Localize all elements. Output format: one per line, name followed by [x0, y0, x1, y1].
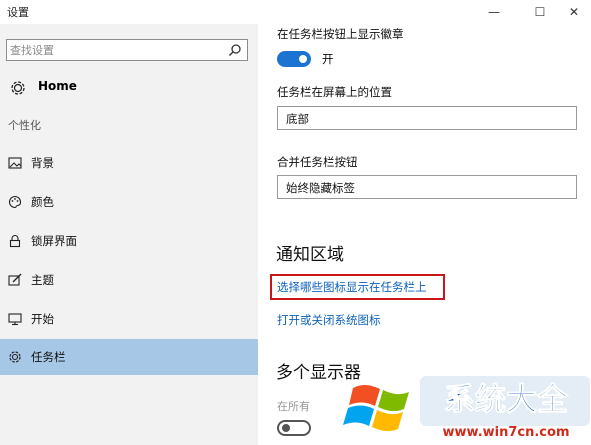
multiple-displays-text: 在所有 — [277, 400, 310, 413]
window-title: 设置 — [7, 6, 29, 19]
notification-area-heading: 通知区域 — [276, 245, 344, 265]
choose-taskbar-icons-link[interactable]: 选择哪些图标显示在任务栏上 — [277, 279, 427, 295]
combine-dropdown[interactable]: 始终隐藏标签 — [277, 175, 577, 199]
multi-display-toggle[interactable] — [277, 420, 311, 436]
watermark-title: 系统大全 — [444, 382, 569, 418]
watermark-logo: 系统大全 www.win7cn.com — [343, 367, 590, 443]
gear-icon — [11, 81, 25, 95]
position-label: 任务栏在屏幕上的位置 — [277, 85, 392, 99]
search-icon[interactable] — [228, 43, 242, 57]
image-icon — [8, 157, 22, 169]
search-input[interactable] — [10, 42, 220, 58]
sidebar-item-label: 背景 — [31, 156, 54, 170]
badge-setting-label: 在任务栏按钮上显示徽章 — [277, 27, 404, 41]
sidebar-item-label: 主题 — [31, 273, 54, 287]
badge-toggle[interactable] — [277, 51, 311, 67]
sidebar-item-background[interactable]: 背景 — [0, 145, 258, 181]
gear-icon — [9, 351, 21, 363]
sidebar: Home 个性化 背景 颜色 锁屏界面 主题 — [0, 24, 258, 445]
start-icon — [8, 313, 22, 326]
system-icons-link[interactable]: 打开或关闭系统图标 — [277, 312, 381, 328]
minimize-button[interactable]: — — [477, 0, 511, 24]
sidebar-item-taskbar[interactable]: 任务栏 — [0, 339, 258, 375]
sidebar-item-lockscreen[interactable]: 锁屏界面 — [0, 223, 258, 259]
brush-icon — [8, 273, 22, 286]
position-dropdown[interactable]: 底部 — [277, 106, 577, 130]
sidebar-item-label: 开始 — [31, 312, 54, 326]
lock-icon — [9, 235, 21, 248]
sidebar-item-colors[interactable]: 颜色 — [0, 184, 258, 220]
toggle-knob — [299, 55, 307, 63]
section-heading: 个性化 — [8, 119, 41, 132]
home-label: Home — [38, 79, 77, 93]
search-box[interactable] — [6, 39, 248, 61]
close-button[interactable]: ✕ — [557, 0, 591, 24]
sidebar-item-themes[interactable]: 主题 — [0, 262, 258, 298]
position-value: 底部 — [286, 112, 309, 126]
toggle-knob — [282, 424, 290, 432]
badge-toggle-state: 开 — [322, 52, 334, 66]
sidebar-item-label: 颜色 — [31, 195, 54, 209]
title-bar: 设置 — ☐ ✕ — [0, 0, 591, 24]
sidebar-item-label: 任务栏 — [31, 350, 66, 364]
watermark-url: www.win7cn.com — [443, 425, 570, 440]
home-nav-item[interactable]: Home — [0, 76, 258, 100]
combine-value: 始终隐藏标签 — [286, 181, 355, 195]
maximize-button[interactable]: ☐ — [523, 0, 557, 24]
combine-label: 合并任务栏按钮 — [277, 155, 358, 169]
sidebar-item-start[interactable]: 开始 — [0, 301, 258, 337]
sidebar-item-label: 锁屏界面 — [31, 234, 77, 248]
palette-icon — [9, 195, 22, 209]
